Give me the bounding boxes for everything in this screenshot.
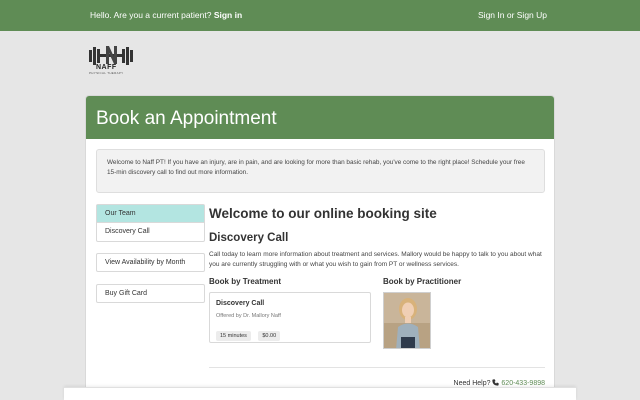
booking-options: Book by Treatment Discovery Call Offered… [209,277,545,357]
patient-greeting: Hello. Are you a current patient? Sign i… [90,10,242,20]
view-availability-button[interactable]: View Availability by Month [96,253,205,272]
main-content: Welcome to our online booking site Disco… [209,204,545,357]
logo-tagline: PHYSICAL THERAPY [89,71,124,75]
sidebar-item-our-team[interactable]: Our Team [97,205,204,223]
buy-gift-card-button[interactable]: Buy Gift Card [96,284,205,303]
practitioner-avatar-icon [384,293,430,348]
booking-card: Book an Appointment Welcome to Naff PT! … [85,95,555,400]
phone-icon [492,379,500,386]
sidebar: Our Team Discovery Call View Availabilit… [96,204,205,303]
sign-in-link[interactable]: Sign in [214,10,242,20]
naff-logo[interactable]: NAFF PHYSICAL THERAPY [88,44,134,76]
page-title: Book an Appointment [86,96,554,139]
phone-number-link[interactable]: 620-433-9898 [501,380,545,387]
service-tags: 15 minutes $0.00 [216,324,364,342]
need-help: Need Help? 620-433-9898 [454,379,545,387]
bottom-panel [64,387,576,400]
welcome-notice: Welcome to Naff PT! If you have an injur… [96,149,545,193]
sidebar-menu: Our Team Discovery Call [96,204,205,242]
book-by-practitioner-title: Book by Practitioner [383,277,462,286]
book-by-practitioner: Book by Practitioner [383,277,523,349]
sidebar-item-discovery-call[interactable]: Discovery Call [97,223,204,241]
service-name: Discovery Call [216,300,265,307]
book-by-treatment-title: Book by Treatment [209,277,282,286]
greeting-text: Hello. Are you a current patient? [90,10,212,20]
section-heading: Discovery Call [209,232,289,244]
need-help-label: Need Help? [453,380,491,387]
sign-in-or-sign-up-link[interactable]: Sign In or Sign Up [478,10,547,20]
price-badge: $0.00 [258,331,281,341]
dumbbell-logo-icon [89,46,133,65]
top-bar: Hello. Are you a current patient? Sign i… [0,0,640,31]
service-offered-by: Offered by Dr. Mallory Naff [216,313,281,319]
book-by-treatment: Book by Treatment Discovery Call Offered… [209,277,371,343]
section-description: Call today to learn more information abo… [209,251,542,268]
practitioner-photo[interactable] [383,292,431,349]
duration-badge: 15 minutes [216,331,251,341]
service-card-discovery-call[interactable]: Discovery Call Offered by Dr. Mallory Na… [209,292,371,343]
logo-wordmark: NAFF [96,64,117,71]
welcome-heading: Welcome to our online booking site [209,206,437,221]
content-divider [209,367,545,368]
